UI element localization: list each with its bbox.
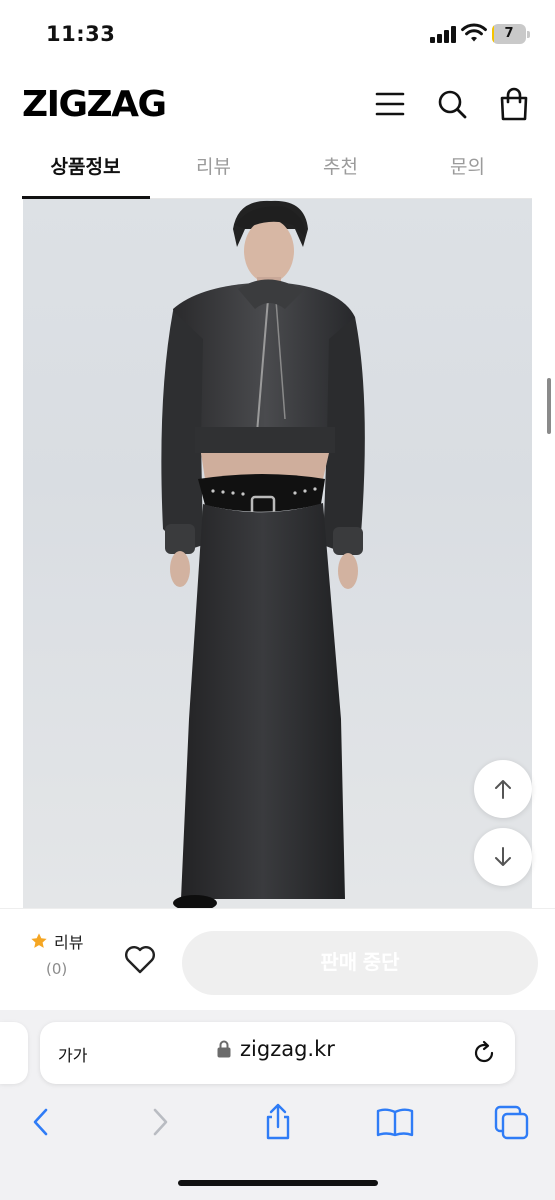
- app-header: ZIGZAG: [0, 66, 555, 142]
- home-indicator[interactable]: [178, 1180, 378, 1186]
- product-photo[interactable]: [23, 199, 532, 908]
- tabs-icon[interactable]: [490, 1100, 534, 1144]
- battery-icon: 7: [492, 24, 530, 44]
- tab-inquiry[interactable]: 문의: [404, 142, 531, 198]
- signal-icon: [430, 26, 456, 43]
- model-illustration: [161, 200, 365, 908]
- scroll-down-button[interactable]: [474, 828, 532, 886]
- share-icon[interactable]: [256, 1100, 300, 1144]
- purchase-bar: 리뷰 (0) 판매 중단: [0, 908, 555, 1010]
- zigzag-logo[interactable]: ZIGZAG: [22, 84, 167, 125]
- product-tabs: 상품정보 리뷰 추천 문의: [22, 142, 532, 199]
- url-text: zigzag.kr: [240, 1037, 335, 1061]
- sold-out-button[interactable]: 판매 중단: [182, 931, 538, 995]
- address-bar[interactable]: 가가 zigzag.kr: [40, 1022, 515, 1084]
- star-icon: [31, 933, 47, 948]
- wifi-icon: [461, 23, 487, 42]
- scroll-up-button[interactable]: [474, 760, 532, 818]
- status-time: 11:33: [46, 22, 116, 46]
- review-count: (0): [46, 960, 68, 978]
- review-label: 리뷰: [54, 933, 84, 952]
- battery-level: 7: [504, 26, 514, 41]
- shopping-bag-icon[interactable]: [494, 84, 534, 124]
- tab-product-info[interactable]: 상품정보: [22, 142, 149, 198]
- browser-bottom-bar: 가가 zigzag.kr: [0, 1010, 555, 1200]
- tab-recommend[interactable]: 추천: [277, 142, 404, 198]
- tab-reviews[interactable]: 리뷰: [150, 142, 277, 198]
- status-bar: 11:33 7: [0, 0, 555, 64]
- previous-tab-edge[interactable]: [0, 1022, 28, 1084]
- url-display[interactable]: zigzag.kr: [216, 1037, 335, 1061]
- search-icon[interactable]: [432, 84, 472, 124]
- text-size-button[interactable]: 가가: [58, 1042, 87, 1066]
- arrow-up-icon: [495, 780, 511, 799]
- browser-toolbar: [0, 1100, 555, 1144]
- lock-icon: [217, 1040, 231, 1058]
- bookmarks-icon[interactable]: [373, 1100, 417, 1144]
- arrow-down-icon: [495, 847, 511, 866]
- forward-icon[interactable]: [138, 1100, 182, 1144]
- scroll-indicator[interactable]: [547, 378, 551, 434]
- reload-icon[interactable]: [470, 1039, 498, 1067]
- back-icon[interactable]: [19, 1100, 63, 1144]
- heart-outline-icon[interactable]: [120, 939, 160, 979]
- review-summary[interactable]: 리뷰: [30, 929, 83, 953]
- menu-icon[interactable]: [370, 84, 410, 124]
